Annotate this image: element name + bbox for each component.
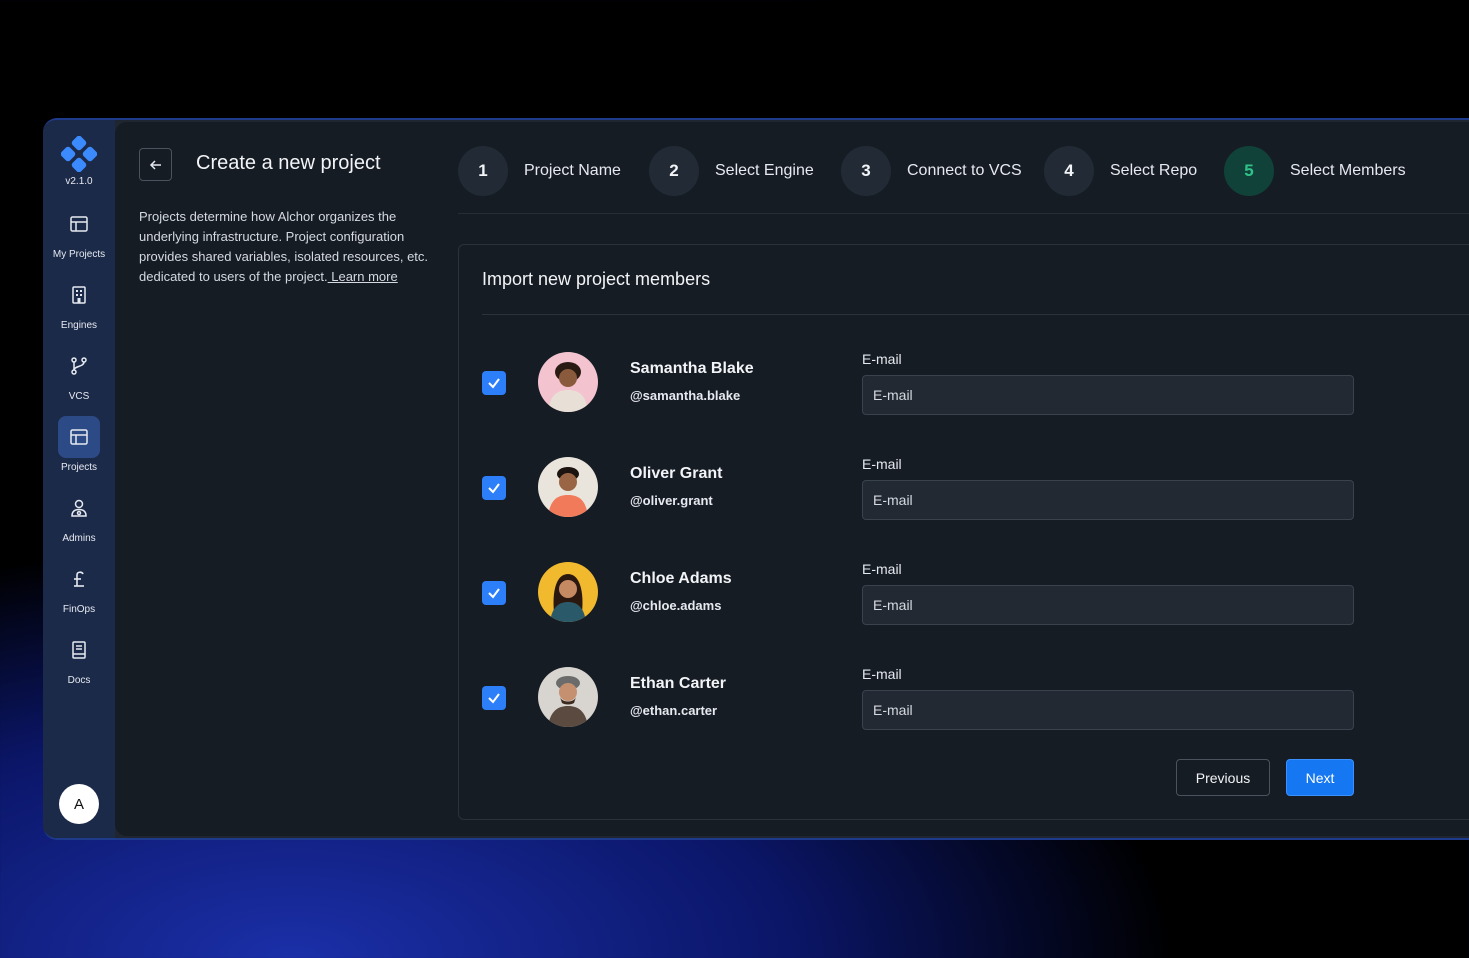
step-label: Select Repo [1110, 162, 1198, 179]
building-icon [72, 286, 86, 304]
step-select-engine[interactable]: 2 Select Engine [649, 146, 814, 196]
avatar-image [538, 352, 598, 412]
layout-icon [70, 429, 88, 445]
user-avatar-button[interactable]: A [59, 784, 99, 824]
sidebar-item-vcs[interactable]: VCS [47, 345, 111, 402]
step-label: Connect to VCS [907, 162, 1022, 179]
member-row: Ethan Carter @ethan.carter E-mail [459, 663, 1359, 743]
avatar-image [538, 457, 598, 517]
member-checkbox[interactable] [482, 686, 506, 710]
page-description: Projects determine how Alchor organizes … [139, 207, 439, 287]
check-icon [488, 693, 500, 704]
sidebar-item-label: Projects [60, 462, 98, 473]
member-row: Samantha Blake @samantha.blake E-mail [459, 348, 1359, 428]
member-checkbox[interactable] [482, 476, 506, 500]
member-handle: @samantha.blake [630, 388, 741, 403]
page-title: Create a new project [196, 152, 381, 174]
pound-icon [74, 571, 84, 587]
step-select-members[interactable]: 5 Select Members [1224, 146, 1406, 196]
avatar [538, 352, 598, 412]
step-connect-vcs[interactable]: 3 Connect to VCS [841, 146, 1022, 196]
admin-user-icon [71, 499, 87, 517]
step-label: Select Engine [715, 162, 814, 179]
avatar-image [538, 562, 598, 622]
step-number: 3 [841, 146, 891, 196]
sidebar-item-label: VCS [68, 391, 90, 402]
email-input[interactable] [862, 690, 1354, 730]
member-name: Ethan Carter [630, 675, 727, 692]
app-version: v2.1.0 [65, 176, 93, 187]
sidebar-item-projects[interactable]: Projects [47, 416, 111, 473]
member-row: Oliver Grant @oliver.grant E-mail [459, 453, 1359, 533]
learn-more-link[interactable]: Learn more [328, 269, 397, 284]
email-input[interactable] [862, 585, 1354, 625]
book-icon [72, 641, 86, 659]
step-select-repo[interactable]: 4 Select Repo [1044, 146, 1197, 196]
sidebar-item-engines[interactable]: Engines [47, 274, 111, 331]
member-name: Samantha Blake [630, 360, 754, 377]
check-icon [488, 378, 500, 389]
email-input[interactable] [862, 375, 1354, 415]
sidebar-item-label: Admins [62, 533, 96, 544]
member-checkbox[interactable] [482, 371, 506, 395]
sidebar-item-label: Engines [60, 320, 98, 331]
sidebar-item-admins[interactable]: Admins [47, 487, 111, 544]
step-label: Select Members [1290, 162, 1406, 179]
step-number: 5 [1224, 146, 1274, 196]
sidebar: v2.1.0 My Projects Engines VCS Projects [43, 120, 115, 838]
step-number: 4 [1044, 146, 1094, 196]
member-handle: @ethan.carter [630, 703, 718, 718]
member-checkbox[interactable] [482, 581, 506, 605]
member-row: Chloe Adams @chloe.adams E-mail [459, 558, 1359, 638]
check-icon [488, 588, 500, 599]
avatar [538, 457, 598, 517]
members-card: Import new project members Samantha Blak… [458, 244, 1469, 820]
member-handle: @oliver.grant [630, 493, 713, 508]
arrow-left-icon [149, 159, 161, 170]
email-input[interactable] [862, 480, 1354, 520]
member-name: Chloe Adams [630, 570, 732, 587]
member-name: Oliver Grant [630, 465, 723, 482]
divider [482, 314, 1469, 315]
sidebar-item-label: Docs [67, 675, 91, 686]
card-title: Import new project members [482, 269, 711, 289]
avatar [538, 667, 598, 727]
sidebar-item-finops[interactable]: FinOps [47, 558, 111, 615]
email-label: E-mail [862, 666, 902, 682]
sidebar-item-label: My Projects [52, 249, 106, 260]
email-label: E-mail [862, 561, 902, 577]
next-button[interactable]: Next [1286, 759, 1354, 796]
avatar [538, 562, 598, 622]
stepper: 1 Project Name 2 Select Engine 3 Connect… [458, 146, 1469, 214]
email-label: E-mail [862, 456, 902, 472]
previous-button[interactable]: Previous [1176, 759, 1270, 796]
logo-icon [61, 136, 97, 172]
step-project-name[interactable]: 1 Project Name [458, 146, 621, 196]
sidebar-item-docs[interactable]: Docs [47, 629, 111, 686]
sidebar-item-my-projects[interactable]: My Projects [47, 203, 111, 260]
step-number: 1 [458, 146, 508, 196]
check-icon [488, 483, 500, 494]
step-label: Project Name [524, 162, 621, 179]
email-label: E-mail [862, 351, 902, 367]
back-button[interactable] [139, 148, 172, 181]
app-window: v2.1.0 My Projects Engines VCS Projects [43, 118, 1469, 840]
avatar-image [538, 667, 598, 727]
git-branch-icon [71, 357, 87, 375]
step-number: 2 [649, 146, 699, 196]
main-content: Create a new project Projects determine … [115, 122, 1469, 836]
member-handle: @chloe.adams [630, 598, 722, 613]
layout-icon [70, 216, 88, 232]
sidebar-item-label: FinOps [62, 604, 96, 615]
